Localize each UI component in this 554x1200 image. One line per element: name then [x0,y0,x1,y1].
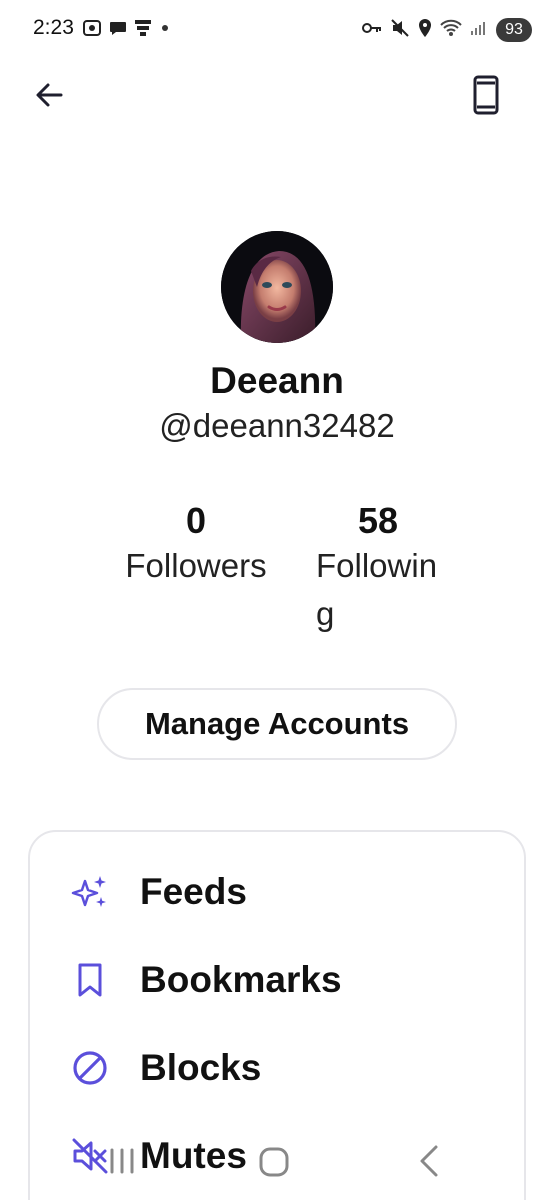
nav-back-icon[interactable] [414,1144,444,1178]
bookmark-icon [70,960,110,1000]
vpn-key-icon [361,18,383,43]
smartphone-icon [473,75,499,120]
menu-item-bookmarks[interactable]: Bookmarks [30,940,524,1020]
profile-handle: @deeann32482 [159,407,395,444]
status-time: 2:23 [33,16,74,39]
status-right-icons: 93 [361,16,532,44]
menu-label-bookmarks: Bookmarks [140,959,342,1000]
menu-item-blocks[interactable]: Blocks [30,1028,524,1108]
battery-indicator: 93 [496,18,532,42]
mute-icon [390,18,410,43]
dot-icon [158,18,172,43]
sparkles-icon [70,872,110,912]
switch-device-button[interactable] [464,74,508,120]
home-icon[interactable] [258,1146,290,1178]
status-bar: 2:23 93 [0,0,554,62]
arrow-left-icon [33,79,65,116]
profile-display-name: Deeann [210,360,344,401]
system-nav-bar [0,1136,554,1200]
status-left-icons [82,18,172,42]
avatar[interactable] [221,231,333,343]
following-label: Following [316,547,438,632]
manage-accounts-button[interactable]: Manage Accounts [97,688,457,760]
location-icon [417,18,433,43]
app-notification-icon [134,18,152,43]
followers-stat[interactable]: 0 Followers [110,500,282,590]
wifi-icon [440,18,462,43]
menu-label-blocks: Blocks [140,1047,262,1088]
recent-apps-icon[interactable] [104,1146,140,1176]
following-stat[interactable]: 58 Following [316,500,440,638]
screenshot-icon [82,18,102,43]
chat-bubble-icon [108,18,128,43]
following-count: 58 [357,500,399,541]
menu-item-feeds[interactable]: Feeds [30,852,524,932]
signal-icon [469,18,489,43]
menu-label-feeds: Feeds [140,871,247,912]
back-button[interactable] [28,76,70,118]
block-icon [70,1048,110,1088]
followers-label: Followers [125,547,267,584]
followers-count: 0 [185,500,207,541]
